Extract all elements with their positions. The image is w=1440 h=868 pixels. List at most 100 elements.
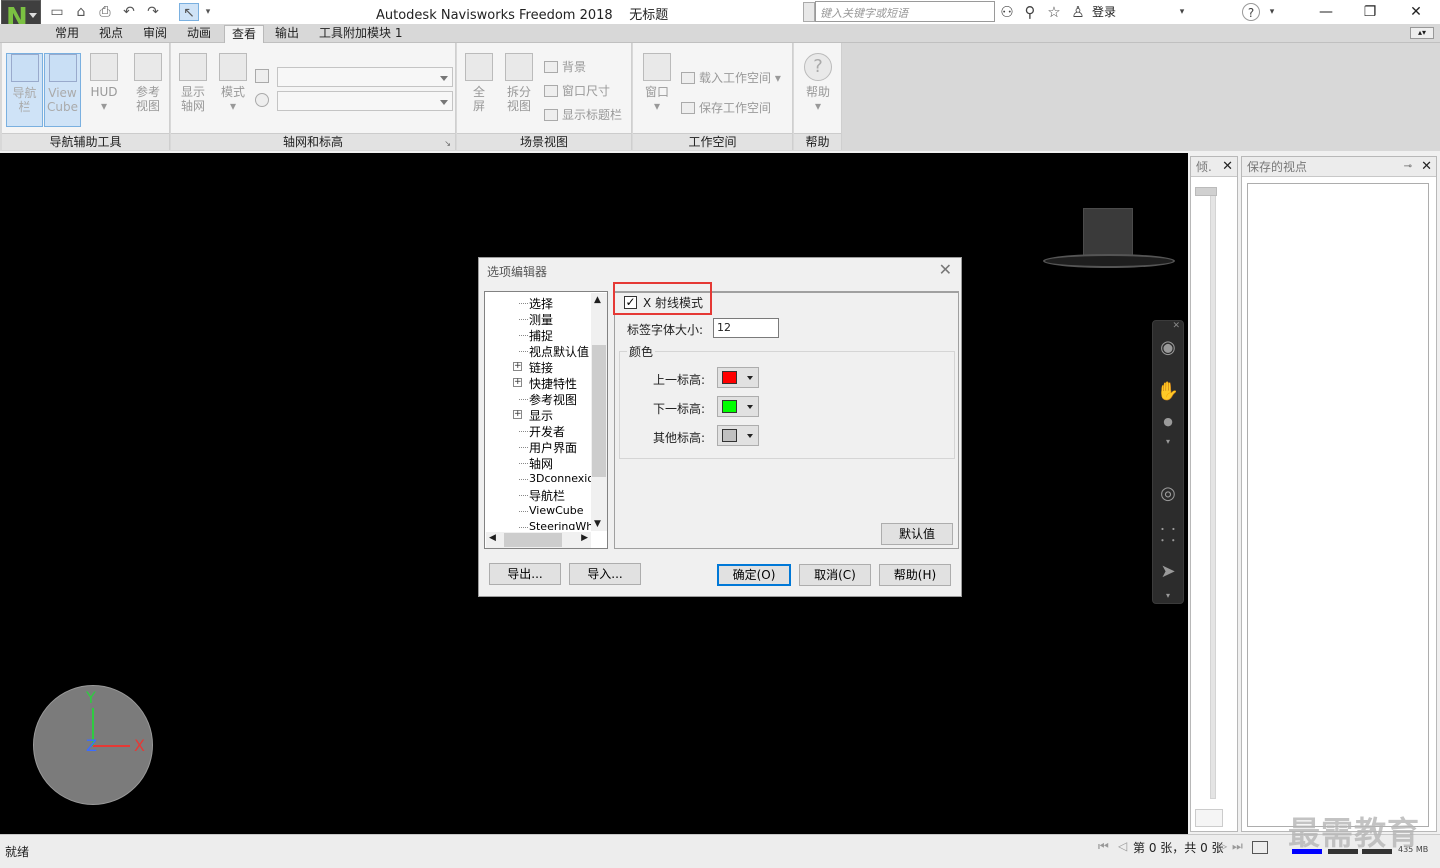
help-button[interactable]: 帮助(H): [879, 564, 951, 586]
show-grid-button[interactable]: 显示 轴网: [173, 53, 213, 113]
scrollbar-thumb[interactable]: [592, 345, 606, 477]
new-file-icon[interactable]: ▭: [47, 3, 67, 21]
select-arrow-icon[interactable]: ➤: [1153, 561, 1183, 582]
open-file-icon[interactable]: ⌂: [71, 3, 91, 21]
window-button[interactable]: 窗口 ▾: [637, 53, 677, 113]
saved-viewpoints-list[interactable]: [1247, 183, 1429, 827]
tree-item[interactable]: 链接: [529, 359, 553, 376]
load-workspace-button[interactable]: 载入工作空间 ▾: [681, 69, 781, 86]
undo-icon[interactable]: ↶: [119, 3, 139, 21]
ok-button[interactable]: 确定(O): [717, 564, 791, 586]
last-sheet-icon[interactable]: ⏭: [1232, 839, 1243, 854]
scroll-right-icon[interactable]: ▶: [581, 533, 588, 543]
quick-access-dropdown-icon[interactable]: ▾: [201, 3, 215, 21]
tree-item[interactable]: ViewCube: [529, 504, 584, 517]
close-window-button[interactable]: ✕: [1394, 0, 1438, 24]
zoom-icon[interactable]: ●: [1153, 415, 1183, 428]
tree-horizontal-scrollbar[interactable]: ◀ ▶: [486, 532, 591, 548]
minimize-button[interactable]: —: [1304, 0, 1348, 24]
orbit-icon[interactable]: ◎: [1153, 483, 1183, 504]
fullscreen-button[interactable]: 全屏: [459, 53, 499, 113]
tilt-value-box[interactable]: [1195, 809, 1223, 827]
tree-item[interactable]: 快捷特性: [529, 375, 577, 392]
print-icon[interactable]: ⎙: [95, 3, 115, 21]
grid-mode-button[interactable]: 模式 ▾: [213, 53, 253, 113]
window-size-button[interactable]: 窗口尺寸: [544, 82, 610, 99]
navbar-menu-icon[interactable]: ▾: [1153, 591, 1183, 600]
tilt-slider-thumb[interactable]: [1195, 187, 1217, 196]
tree-item[interactable]: 选择: [529, 295, 553, 312]
tree-item[interactable]: 用户界面: [529, 439, 577, 456]
export-button[interactable]: 导出...: [489, 563, 561, 585]
show-titlebar-button[interactable]: 显示标题栏: [544, 106, 622, 123]
reference-views-button[interactable]: 参考 视图: [128, 53, 168, 113]
tab-add-ins[interactable]: 工具附加模块 1: [312, 25, 409, 43]
communication-center-icon[interactable]: ⚲: [1020, 3, 1040, 21]
first-sheet-icon[interactable]: ⏮: [1098, 839, 1109, 854]
scrollbar-thumb[interactable]: [504, 533, 562, 547]
upper-level-color-picker[interactable]: [717, 367, 759, 388]
tree-vertical-scrollbar[interactable]: ▲ ▼: [591, 293, 607, 531]
tree-item[interactable]: 视点默认值: [529, 343, 589, 360]
previous-sheet-icon[interactable]: ◁: [1118, 839, 1127, 853]
help-ribbon-button[interactable]: ? 帮助 ▾: [798, 53, 838, 113]
viewcube-compass-ring[interactable]: [1043, 254, 1175, 268]
tree-item[interactable]: 测量: [529, 311, 553, 328]
background-button[interactable]: 背景: [544, 58, 586, 75]
hud-button[interactable]: HUD ▾: [84, 53, 124, 113]
close-icon[interactable]: ✕: [1222, 157, 1233, 177]
split-view-button[interactable]: 拆分 视图: [499, 53, 539, 113]
favorites-star-icon[interactable]: ☆: [1044, 3, 1064, 21]
import-button[interactable]: 导入...: [569, 563, 641, 585]
login-button[interactable]: 登录: [1092, 3, 1116, 20]
save-workspace-button[interactable]: 保存工作空间: [681, 99, 771, 116]
navbar-dropdown-icon[interactable]: ▾: [1153, 437, 1183, 446]
pan-hand-icon[interactable]: ✋: [1153, 381, 1183, 402]
tree-item[interactable]: 开发者: [529, 423, 565, 440]
tree-item[interactable]: 捕捉: [529, 327, 553, 344]
close-icon[interactable]: ✕: [1421, 157, 1432, 177]
navbar-close-icon[interactable]: ✕: [1172, 321, 1180, 331]
login-dropdown-icon[interactable]: ▾: [1172, 3, 1192, 21]
next-sheet-icon[interactable]: ▷: [1218, 839, 1227, 853]
expand-icon[interactable]: +: [513, 378, 522, 387]
sheet-browser-icon[interactable]: [1252, 841, 1268, 854]
scroll-down-icon[interactable]: ▼: [594, 519, 601, 529]
tilt-slider-track[interactable]: [1210, 187, 1216, 799]
tab-output[interactable]: 输出: [268, 25, 306, 43]
expand-icon[interactable]: +: [513, 410, 522, 419]
other-level-color-picker[interactable]: [717, 425, 759, 446]
defaults-button[interactable]: 默认值: [881, 523, 953, 545]
help-dropdown-icon[interactable]: ▾: [1262, 3, 1282, 21]
grid-location-dropdown[interactable]: [277, 67, 453, 87]
scroll-up-icon[interactable]: ▲: [594, 295, 601, 305]
tree-item[interactable]: 轴网: [529, 455, 553, 472]
scroll-left-icon[interactable]: ◀: [489, 533, 496, 543]
help-icon[interactable]: ?: [1242, 3, 1260, 21]
walk-footsteps-icon[interactable]: ⸬: [1153, 523, 1183, 547]
panel-launcher-icon[interactable]: ↘: [444, 139, 451, 148]
tree-item[interactable]: SteeringWhe: [529, 520, 591, 530]
ribbon-minimize-icon[interactable]: ▴▾: [1410, 27, 1434, 39]
tab-viewpoint[interactable]: 视点: [92, 25, 130, 43]
cancel-button[interactable]: 取消(C): [799, 564, 871, 586]
navigation-bar-button[interactable]: 导航栏: [6, 53, 43, 127]
tree-item[interactable]: 显示: [529, 407, 553, 424]
label-font-size-input[interactable]: 12: [713, 318, 779, 338]
lower-level-color-picker[interactable]: [717, 396, 759, 417]
select-cursor-icon[interactable]: ↖: [179, 3, 199, 21]
tab-home[interactable]: 常用: [48, 25, 86, 43]
steering-wheel-icon[interactable]: ◉: [1153, 337, 1183, 358]
dialog-close-icon[interactable]: ✕: [939, 260, 952, 279]
tab-view[interactable]: 查看: [224, 25, 265, 43]
grid-level-dropdown[interactable]: [277, 91, 453, 111]
tree-item[interactable]: 参考视图: [529, 391, 577, 408]
pin-icon[interactable]: ⊸: [1404, 157, 1412, 177]
restore-button[interactable]: ❐: [1348, 0, 1392, 24]
tab-animation[interactable]: 动画: [180, 25, 218, 43]
viewcube-widget[interactable]: [1083, 208, 1133, 260]
search-input[interactable]: 键入关键字或短语: [815, 1, 995, 22]
search-expand-icon[interactable]: [803, 2, 815, 22]
tree-item[interactable]: 导航栏: [529, 487, 565, 504]
expand-icon[interactable]: +: [513, 362, 522, 371]
